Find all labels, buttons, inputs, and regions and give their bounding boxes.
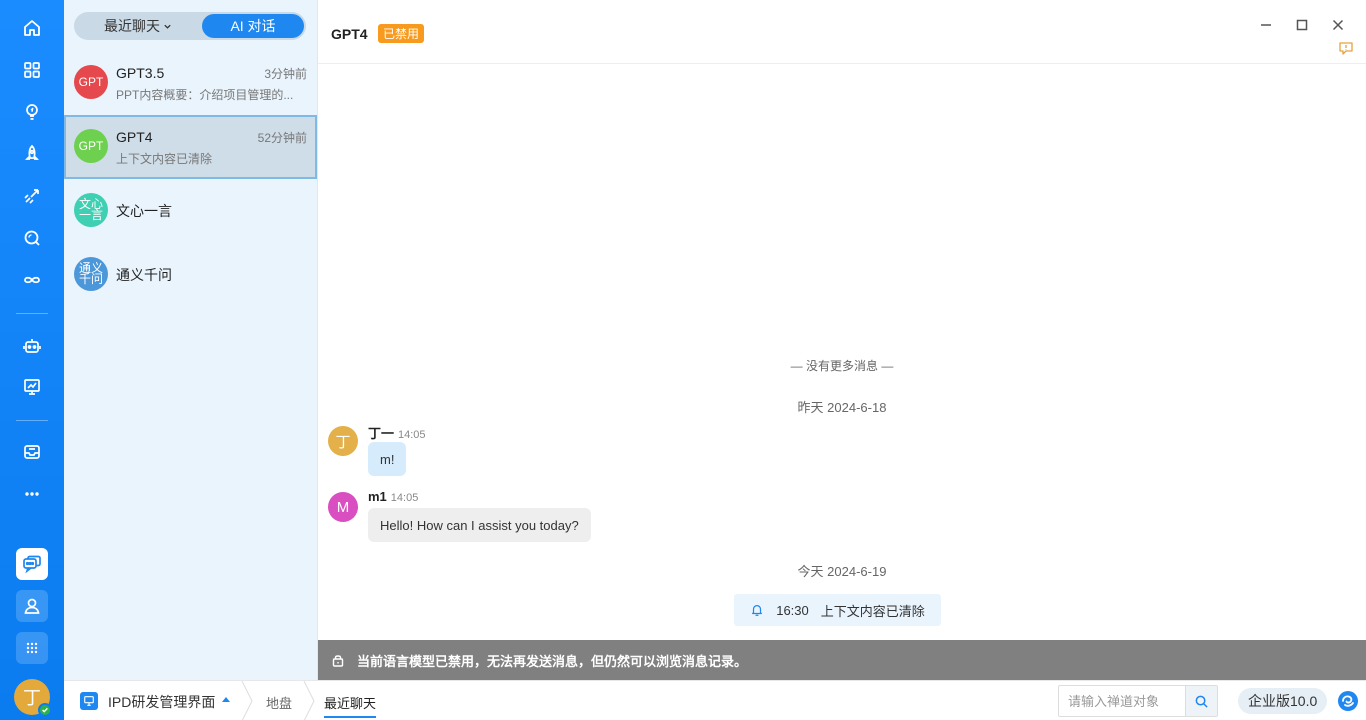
conversation-time: 3分钟前 [264, 67, 307, 81]
breadcrumb-separator-icon [303, 681, 315, 720]
notice-text: 上下文内容已清除 [820, 603, 925, 619]
conversation-time: 52分钟前 [257, 131, 307, 145]
project-switcher[interactable]: IPD研发管理界面 [108, 692, 215, 712]
maximize-icon [1296, 19, 1308, 31]
conversation-preview: 上下文内容已清除 [116, 152, 213, 166]
breadcrumb-separator-icon [241, 681, 253, 720]
brand-logo-icon[interactable] [1336, 689, 1360, 713]
search-button[interactable] [1185, 686, 1217, 716]
maximize-button[interactable] [1292, 15, 1312, 35]
chat-title: GPT4 [331, 26, 368, 42]
conversation-name: GPT3.5 [116, 65, 165, 81]
conversation-item-gpt4[interactable]: GPT GPT4 52分钟前 上下文内容已清除 [64, 115, 317, 179]
message-bubble: Hello! How can I assist you today? [368, 508, 591, 542]
minimize-button[interactable] [1256, 15, 1276, 35]
robot-icon[interactable] [16, 330, 48, 362]
date-divider-yesterday: 昨天 2024-6-18 [797, 400, 887, 415]
more-icon[interactable] [16, 478, 48, 510]
no-more-messages: — 没有更多消息 — [790, 359, 894, 373]
conversation-name: 文心一言 [116, 203, 172, 219]
tab-recent-chats[interactable]: 最近聊天 [76, 14, 200, 38]
bell-icon [752, 605, 763, 616]
conversation-avatar: GPT [74, 65, 108, 99]
nav-rail: 丁 [0, 0, 64, 720]
chat-pane: GPT4 已禁用 — 没有更多消息 — 昨天 2024-6-18 丁 丁一 14:… [317, 0, 1366, 680]
message-bubble: m! [368, 442, 407, 476]
infinity-icon[interactable] [16, 264, 48, 296]
home-icon[interactable] [16, 12, 48, 44]
conversation-list-panel: 最近聊天 AI 对话 GPT GPT3.5 3分钟前 PPT内容概要：介绍项目管… [64, 0, 317, 680]
close-icon [1332, 19, 1344, 31]
tab-recent-label: 最近聊天 [104, 18, 160, 34]
sender-name: 丁一 [368, 426, 395, 441]
conversation-item-wenxin[interactable]: 文心 一言 文心一言 [64, 179, 317, 243]
message-sender: 丁一 14:05 [368, 423, 426, 442]
announcement-icon[interactable] [1338, 40, 1354, 56]
close-button[interactable] [1328, 15, 1348, 35]
bottom-status-bar: IPD研发管理界面 地盘 最近聊天 企业版10.0 [64, 680, 1366, 720]
search-icon[interactable] [16, 222, 48, 254]
conversation-avatar: 通义 千问 [74, 257, 108, 291]
minimize-icon [1261, 24, 1271, 26]
inbox-icon[interactable] [16, 436, 48, 468]
breadcrumb-dashboard[interactable]: 地盘 [266, 693, 292, 712]
user-avatar[interactable]: 丁 [14, 679, 52, 717]
notice-time: 16:30 [776, 602, 809, 618]
conversation-avatar: GPT [74, 129, 108, 163]
chat-header: GPT4 已禁用 [318, 0, 1366, 64]
status-badge: 已禁用 [378, 24, 425, 43]
message-time: 14:05 [398, 429, 426, 441]
conversation-name: GPT4 [116, 129, 153, 145]
lightbulb-icon[interactable] [16, 96, 48, 128]
contacts-icon[interactable] [16, 590, 48, 622]
rocket-icon[interactable] [16, 138, 48, 170]
conversation-avatar: 文心 一言 [74, 193, 108, 227]
sender-avatar[interactable]: M [328, 492, 358, 522]
conversation-name: 通义千问 [116, 267, 172, 283]
lock-icon [332, 655, 344, 667]
online-status-icon [38, 703, 52, 717]
disabled-message: 当前语言模型已禁用，无法再发送消息，但仍然可以浏览消息记录。 [357, 653, 748, 669]
conversation-preview: PPT内容概要：介绍项目管理的... [116, 88, 294, 102]
grid-icon[interactable] [16, 632, 48, 664]
model-disabled-banner: 当前语言模型已禁用，无法再发送消息，但仍然可以浏览消息记录。 [318, 640, 1366, 680]
caret-up-icon[interactable] [222, 697, 230, 702]
sender-avatar[interactable]: 丁 [328, 426, 358, 456]
list-mode-switch: 最近聊天 AI 对话 [74, 12, 306, 40]
conversation-item-gpt35[interactable]: GPT GPT3.5 3分钟前 PPT内容概要：介绍项目管理的... [64, 51, 317, 115]
breadcrumb-recent-chats[interactable]: 最近聊天 [324, 693, 377, 718]
tab-ai-label: AI 对话 [230, 18, 276, 34]
presentation-icon[interactable] [16, 371, 48, 403]
search-icon [1195, 695, 1208, 708]
avatar-line-2: 千问 [78, 272, 103, 286]
project-icon [80, 692, 98, 710]
launch-icon[interactable] [16, 180, 48, 212]
chevron-down-icon [164, 24, 171, 29]
object-search-input[interactable] [1059, 686, 1185, 716]
chat-icon[interactable] [16, 548, 48, 580]
message-time: 14:05 [390, 492, 419, 504]
sender-name: m1 [368, 489, 387, 504]
apps-icon[interactable] [16, 54, 48, 86]
message-sender: m1 14:05 [368, 489, 418, 504]
avatar-line-2: 一言 [78, 208, 103, 222]
conversation-item-tongyi[interactable]: 通义 千问 通义千问 [64, 243, 317, 307]
context-cleared-notice: 16:30 上下文内容已清除 [734, 594, 941, 626]
edition-badge[interactable]: 企业版10.0 [1238, 688, 1328, 714]
object-search [1058, 685, 1218, 717]
date-divider-today: 今天 2024-6-19 [797, 564, 887, 579]
tab-ai-chat[interactable]: AI 对话 [202, 14, 304, 38]
